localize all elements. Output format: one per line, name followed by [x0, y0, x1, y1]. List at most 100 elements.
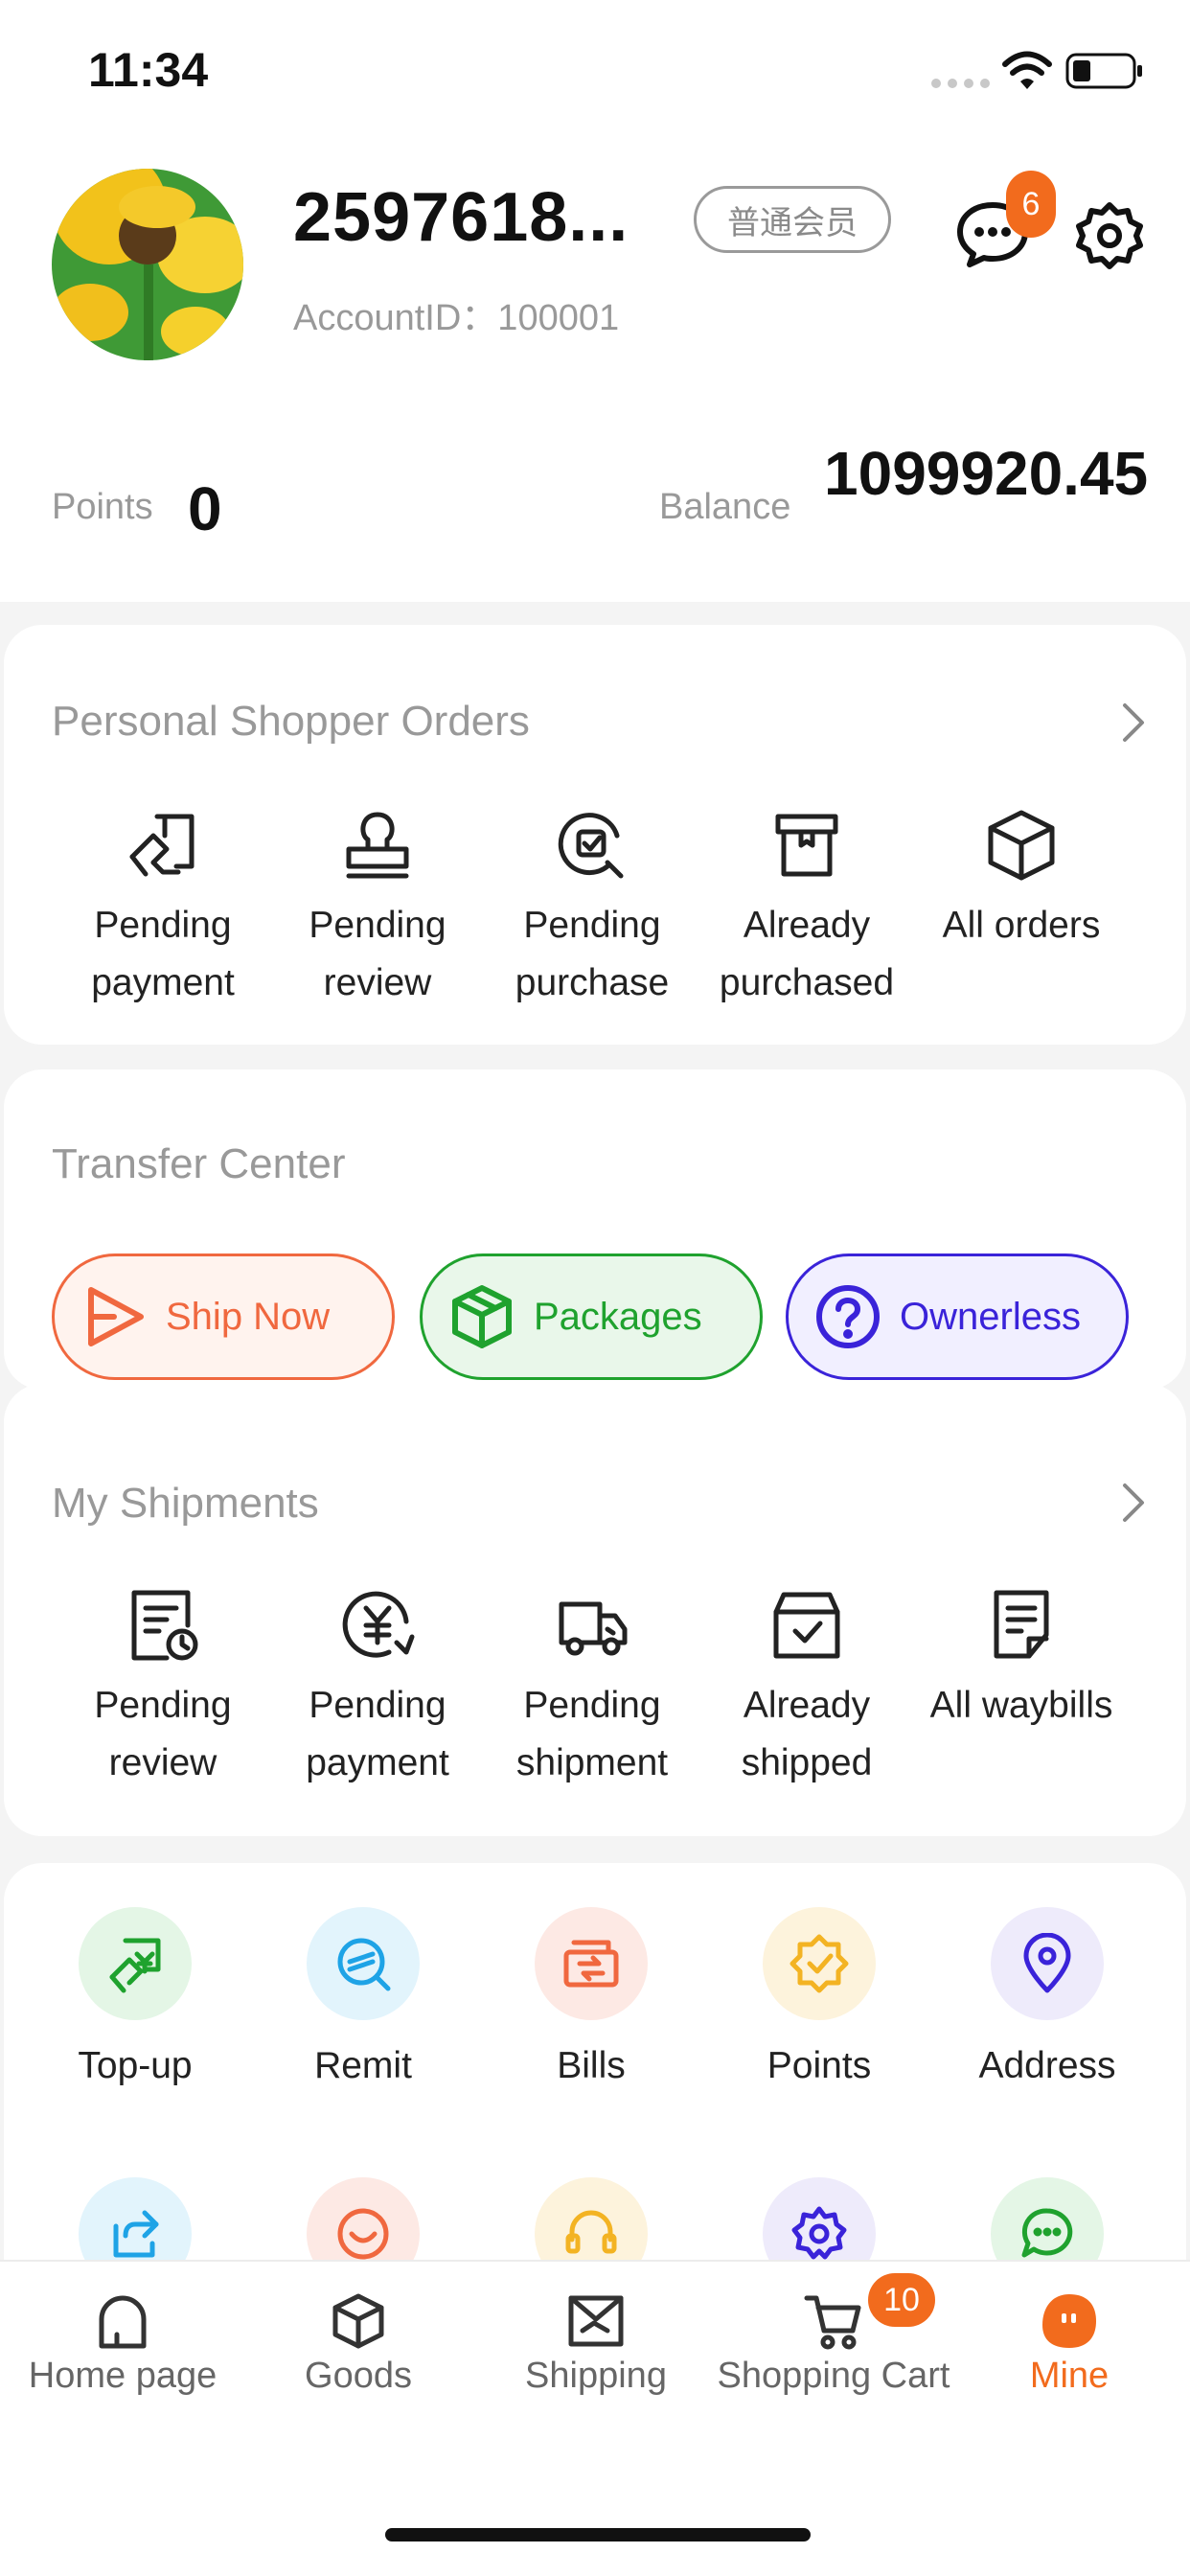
address-icon-circle [991, 1907, 1104, 2020]
wifi-icon [1002, 51, 1052, 89]
send-arrow-icon [88, 1287, 144, 1346]
message-count-badge: 6 [1006, 171, 1056, 238]
gear-icon[interactable] [1073, 199, 1146, 272]
tab-mine-label: Mine [1029, 2356, 1110, 2396]
points-action-label: Points [767, 2045, 872, 2086]
balance-value[interactable]: 1099920.45 [824, 426, 1169, 521]
shipment-pending-review-label: Pending review [94, 1685, 232, 1783]
tab-goods[interactable]: Goods [240, 2290, 477, 2396]
quick-actions-grid: Top-up Remit Bills Points Address [0, 1907, 1182, 2087]
remit-button[interactable]: Remit [249, 1907, 477, 2087]
ship-now-button[interactable]: Ship Now [52, 1254, 395, 1380]
top-up-icon [109, 1938, 161, 1993]
order-pending-review-label: Pending review [309, 905, 446, 1003]
shipment-pending-shipment[interactable]: Pending shipment [485, 1587, 699, 1792]
transfer-center-title: Transfer Center [52, 1140, 346, 1187]
my-shipments-title[interactable]: My Shipments [52, 1480, 319, 1528]
box-check-icon [773, 1592, 840, 1659]
address-label: Address [978, 2045, 1116, 2086]
battery-icon [1065, 53, 1142, 89]
my-shipments-card: My Shipments Pending review Pending paym… [4, 1384, 1186, 1836]
package-icon [452, 1285, 512, 1348]
tab-home[interactable]: Home page [4, 2290, 241, 2396]
smile-icon [337, 2208, 389, 2260]
order-pending-purchase-label: Pending purchase [515, 905, 670, 1003]
personal-shopper-orders-title[interactable]: Personal Shopper Orders [52, 698, 530, 746]
shipment-pending-shipment-label: Pending shipment [515, 1685, 669, 1783]
signal-icon [931, 79, 990, 88]
search-check-icon [558, 813, 624, 879]
chevron-right-icon[interactable] [1119, 702, 1148, 744]
order-pending-review[interactable]: Pending review [270, 807, 485, 1012]
tab-shipping[interactable]: Shipping [477, 2290, 715, 2396]
truck-icon [559, 1601, 628, 1656]
order-already-purchased[interactable]: Already purchased [699, 807, 914, 1012]
shipment-pending-review[interactable]: Pending review [56, 1587, 270, 1792]
remit-label: Remit [314, 2045, 412, 2086]
remit-icon-circle [307, 1907, 420, 2020]
points-label: Points [52, 487, 153, 527]
top-up-icon-circle [79, 1907, 192, 2020]
home-icon [99, 2295, 147, 2349]
points-icon-circle [763, 1907, 876, 2020]
shipment-all-waybills-label: All waybills [929, 1685, 1113, 1726]
waybill-icon [994, 1590, 1049, 1659]
address-button[interactable]: Address [933, 1907, 1161, 2087]
bills-icon-circle [535, 1907, 648, 2020]
goods-cube-icon [332, 2293, 384, 2349]
packages-button[interactable]: Packages [420, 1254, 763, 1380]
bills-label: Bills [557, 2045, 626, 2086]
badge-check-icon [790, 1934, 849, 1993]
order-pending-payment[interactable]: Pending payment [56, 807, 270, 1012]
cart-count-badge: 10 [868, 2273, 935, 2327]
top-up-label: Top-up [78, 2045, 193, 2086]
personal-shopper-orders-card: Personal Shopper Orders Pending payment … [4, 625, 1186, 1045]
cube-icon [988, 810, 1055, 881]
shipping-icon [568, 2295, 624, 2347]
stamp-icon [346, 812, 409, 879]
avatar[interactable] [52, 169, 243, 360]
order-pending-payment-label: Pending payment [91, 905, 235, 1003]
mine-face-icon [1042, 2294, 1096, 2348]
yen-refresh-icon [342, 1591, 415, 1658]
tab-goods-label: Goods [305, 2356, 412, 2396]
hand-card-icon [129, 814, 195, 877]
remit-icon [337, 1938, 391, 1991]
sunflower-avatar-image [52, 169, 243, 360]
headset-icon [565, 2210, 617, 2254]
question-circle-icon [816, 1285, 880, 1348]
status-time: 11:34 [88, 43, 209, 97]
home-indicator [385, 2528, 811, 2542]
document-clock-icon [131, 1590, 198, 1661]
tab-home-label: Home page [28, 2356, 217, 2396]
shipment-all-waybills[interactable]: All waybills [914, 1587, 1129, 1792]
archive-box-icon [775, 814, 838, 877]
shipment-already-shipped[interactable]: Already shipped [699, 1587, 914, 1792]
account-id: AccountID：100001 [293, 298, 620, 338]
top-up-button[interactable]: Top-up [21, 1907, 249, 2087]
shipment-already-shipped-label: Already shipped [741, 1685, 873, 1783]
balance-label: Balance [659, 487, 791, 527]
shipment-pending-payment-label: Pending payment [306, 1685, 449, 1783]
order-pending-purchase[interactable]: Pending purchase [485, 807, 699, 1012]
shipment-pending-payment[interactable]: Pending payment [270, 1587, 485, 1792]
order-already-purchased-label: Already purchased [719, 905, 895, 1003]
order-all-orders[interactable]: All orders [914, 807, 1129, 1012]
bills-icon [563, 1940, 619, 1988]
status-bar: 11:34 [0, 0, 1190, 134]
tab-shipping-label: Shipping [525, 2356, 667, 2396]
chat-bubble-icon [1021, 2208, 1073, 2258]
member-level-badge: 普通会员 [694, 186, 891, 253]
tab-mine[interactable]: Mine [950, 2290, 1188, 2396]
points-button[interactable]: Points [705, 1907, 933, 2087]
location-pin-icon [1023, 1933, 1071, 1993]
bills-button[interactable]: Bills [477, 1907, 705, 2087]
ship-now-label: Ship Now [166, 1295, 331, 1338]
points-value[interactable]: 0 [188, 473, 222, 544]
cart-icon [804, 2295, 861, 2350]
ownerless-label: Ownerless [900, 1295, 1081, 1338]
ownerless-button[interactable]: Ownerless [786, 1254, 1129, 1380]
gear-icon [791, 2206, 847, 2260]
username: 2597618... [293, 179, 629, 256]
chevron-right-icon[interactable] [1119, 1482, 1148, 1524]
